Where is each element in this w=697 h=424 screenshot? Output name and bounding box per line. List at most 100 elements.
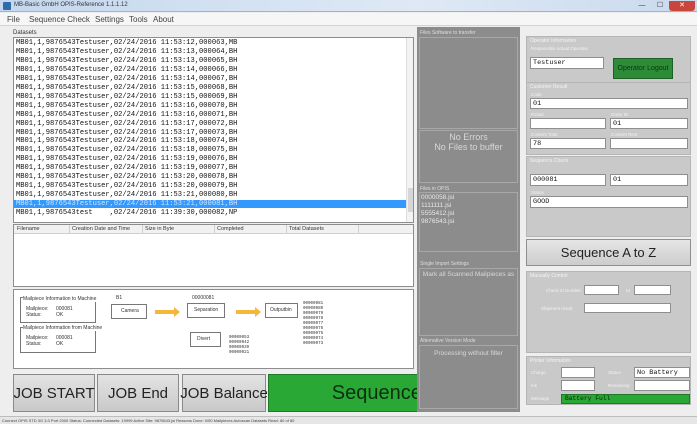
- scan-settings-title: Single Import Settings: [420, 261, 469, 267]
- sequence-a-to-z-button[interactable]: Sequence A to Z: [526, 239, 691, 266]
- dataset-row[interactable]: MB01,1,9876543Testuser,02/24/2016 11:53:…: [16, 129, 237, 137]
- printer-ink-label: Ink: [531, 383, 538, 388]
- dataset-row[interactable]: MB01,1,9876543Testuser,02/24/2016 11:53:…: [16, 164, 237, 172]
- maximize-button[interactable]: ☐: [651, 1, 669, 11]
- manual-title: Manually Control: [530, 273, 568, 279]
- to-status-label: Status:: [26, 312, 42, 318]
- minimize-button[interactable]: —: [633, 1, 651, 11]
- manual-shipment-field[interactable]: [584, 303, 671, 313]
- manual-check-field[interactable]: [584, 285, 619, 295]
- operator-logout-button[interactable]: Operator Logout: [613, 58, 673, 79]
- manual-id-field[interactable]: [634, 285, 671, 295]
- alt-mode-text: Processing without filter: [434, 350, 503, 357]
- manual-id-label: Id: [626, 288, 630, 293]
- customer-rest-field[interactable]: [610, 138, 688, 149]
- printer-status-field[interactable]: No Battery: [634, 367, 690, 378]
- datasets-scrollbar[interactable]: [406, 38, 413, 222]
- sequence-group: Sequence Check 000081 01 Status GOOD: [526, 156, 691, 237]
- printer-remaining-field[interactable]: [634, 380, 690, 391]
- dataset-row[interactable]: MB01,1,9876543Testuser,02/24/2016 11:53:…: [16, 39, 237, 47]
- arrow-icon: [236, 307, 261, 317]
- menu-about[interactable]: About: [153, 15, 174, 24]
- to-machine-title: Mailpiece Information to Machine: [23, 296, 97, 302]
- job-start-button[interactable]: JOB START: [13, 374, 95, 412]
- operator-group: Operator Information Responsible actual …: [526, 36, 691, 83]
- close-button[interactable]: ✕: [669, 1, 695, 11]
- printer-ink-field[interactable]: [561, 380, 595, 391]
- operator-field[interactable]: Testuser: [530, 57, 604, 69]
- right-panel: Operator Information Responsible actual …: [521, 27, 697, 416]
- customer-postal-field[interactable]: [530, 118, 606, 129]
- job-end-button[interactable]: JOB End: [97, 374, 179, 412]
- file-table[interactable]: Filename Creation Date and Time Size in …: [13, 224, 414, 287]
- sequence-b1-field[interactable]: 01: [610, 174, 688, 186]
- customer-rest-label: Content Rest: [611, 132, 638, 137]
- printer-remaining-label: Remaining: [608, 383, 630, 388]
- middle-panel: Files Software to transfer No Errors No …: [417, 27, 520, 412]
- col-completed[interactable]: Completed: [217, 226, 244, 232]
- dataset-row[interactable]: MB01,1,9876543Testuser,02/24/2016 11:53:…: [16, 146, 237, 154]
- dataset-row[interactable]: MB01,1,9876543Testuser,02/24/2016 11:53:…: [16, 182, 237, 190]
- dataset-row[interactable]: MB01,1,9876543Testuser,02/24/2016 11:53:…: [16, 137, 237, 145]
- datasets-label: Datasets: [13, 30, 37, 36]
- job-balance-button[interactable]: JOB Balance: [180, 374, 268, 412]
- datasets-list[interactable]: MB01,1,9876543Testuser,02/24/2016 11:53:…: [13, 37, 414, 223]
- dataset-row[interactable]: MB01,1,9876543Testuser,02/24/2016 11:53:…: [16, 120, 237, 128]
- customer-total-label: Content Total: [531, 132, 558, 137]
- dataset-row[interactable]: MB01,1,9876543Testuser,02/24/2016 11:53:…: [16, 75, 237, 83]
- printer-title: Printer Information: [530, 358, 572, 364]
- dataset-row[interactable]: MB01,1,9876543Testuser,02/24/2016 11:53:…: [16, 173, 237, 181]
- customer-group: Customer Result Code 01 Postal Order ID …: [526, 82, 691, 155]
- sequence-number-field[interactable]: 000081: [530, 174, 606, 186]
- customer-order-field[interactable]: 01: [610, 118, 688, 129]
- outputbin-list: 00000081 00000080 00000079 00000078 0000…: [303, 302, 324, 346]
- outputbin-label: Outputbin: [270, 307, 292, 313]
- col-creation-date[interactable]: Creation Date and Time: [72, 226, 130, 232]
- col-total-datasets[interactable]: Total Datasets: [289, 226, 324, 232]
- operator-field-label: Responsible actual Operator: [531, 46, 589, 51]
- menu-sequence-check[interactable]: Sequence Check: [29, 15, 90, 24]
- dataset-row[interactable]: MB01,1,9876543Testuser,02/24/2016 11:53:…: [16, 66, 237, 74]
- dataset-row[interactable]: MB01,1,9876543Testuser,02/24/2016 11:53:…: [16, 84, 237, 92]
- printer-charge-label: Charge: [531, 370, 546, 375]
- camera-label: Camera: [121, 308, 139, 314]
- sequence-status-field[interactable]: GOOD: [530, 196, 688, 208]
- dataset-row[interactable]: MB01,1,9876543test ,02/24/2016 11:39:30,…: [16, 209, 237, 217]
- printer-message-field: Battery Full: [561, 394, 690, 404]
- status-bar: Connect OPIS STD 3G 3.0 Port 2000 Status…: [0, 416, 697, 424]
- dataset-row[interactable]: MB01,1,9876543Testuser,02/24/2016 11:53:…: [16, 93, 237, 101]
- dataset-row[interactable]: MB01,1,9876543Testuser,02/24/2016 11:53:…: [16, 111, 237, 119]
- files-transfer-title: Files Software to transfer: [420, 30, 476, 36]
- files-opis-list: 0000058.jsi 1111111.jsi 5555412.jsi 9876…: [421, 194, 455, 225]
- window-title: MB-Basic GmbH OPIS-Reference 1.1.1.12: [14, 2, 128, 8]
- from-status-value: OK: [56, 341, 64, 347]
- dataset-row[interactable]: MB01,1,9876543Testuser,02/24/2016 11:53:…: [16, 155, 237, 163]
- mailpiece-diagram: Mailpiece Information to Machine Mailpie…: [13, 289, 414, 369]
- dataset-row[interactable]: MB01,1,9876543Testuser,02/24/2016 11:53:…: [16, 57, 237, 65]
- dataset-row[interactable]: MB01,1,9876543Testuser,02/24/2016 11:53:…: [16, 48, 237, 56]
- separation-label: Separation: [194, 307, 219, 313]
- customer-total-field[interactable]: 78: [530, 138, 606, 149]
- customer-title: Customer Result: [530, 84, 568, 90]
- dataset-row[interactable]: MB01,1,9876543Testuser,02/24/2016 11:53:…: [14, 200, 407, 209]
- application-window: MB-Basic GmbH OPIS-Reference 1.1.1.12 — …: [0, 0, 697, 424]
- sequence-title: Sequence Check: [530, 158, 569, 164]
- col-b1-label: B1: [116, 295, 123, 301]
- divert-label: Divert: [197, 336, 211, 342]
- scrollbar-thumb[interactable]: [408, 188, 413, 212]
- col-filename[interactable]: Filename: [17, 226, 40, 232]
- dataset-row[interactable]: MB01,1,9876543Testuser,02/24/2016 11:53:…: [16, 102, 237, 110]
- top-id: 00000081: [192, 295, 215, 301]
- from-status-label: Status:: [26, 341, 42, 347]
- scan-settings-text: Mark all Scanned Mailpieces as: [422, 271, 515, 278]
- alt-mode-title: Alternative Version Mode: [420, 338, 476, 344]
- col-size[interactable]: Size in Byte: [145, 226, 174, 232]
- dataset-row[interactable]: MB01,1,9876543Testuser,02/24/2016 11:53:…: [16, 191, 237, 199]
- menu-tools[interactable]: Tools: [129, 15, 148, 24]
- manual-check-label: Check Id Number: [546, 288, 582, 293]
- from-machine-title: Mailpiece Information from Machine: [23, 325, 103, 331]
- menu-settings[interactable]: Settings: [95, 15, 124, 24]
- customer-code-field[interactable]: 01: [530, 98, 688, 109]
- menu-file[interactable]: File: [7, 15, 20, 24]
- printer-charge-field[interactable]: [561, 367, 595, 378]
